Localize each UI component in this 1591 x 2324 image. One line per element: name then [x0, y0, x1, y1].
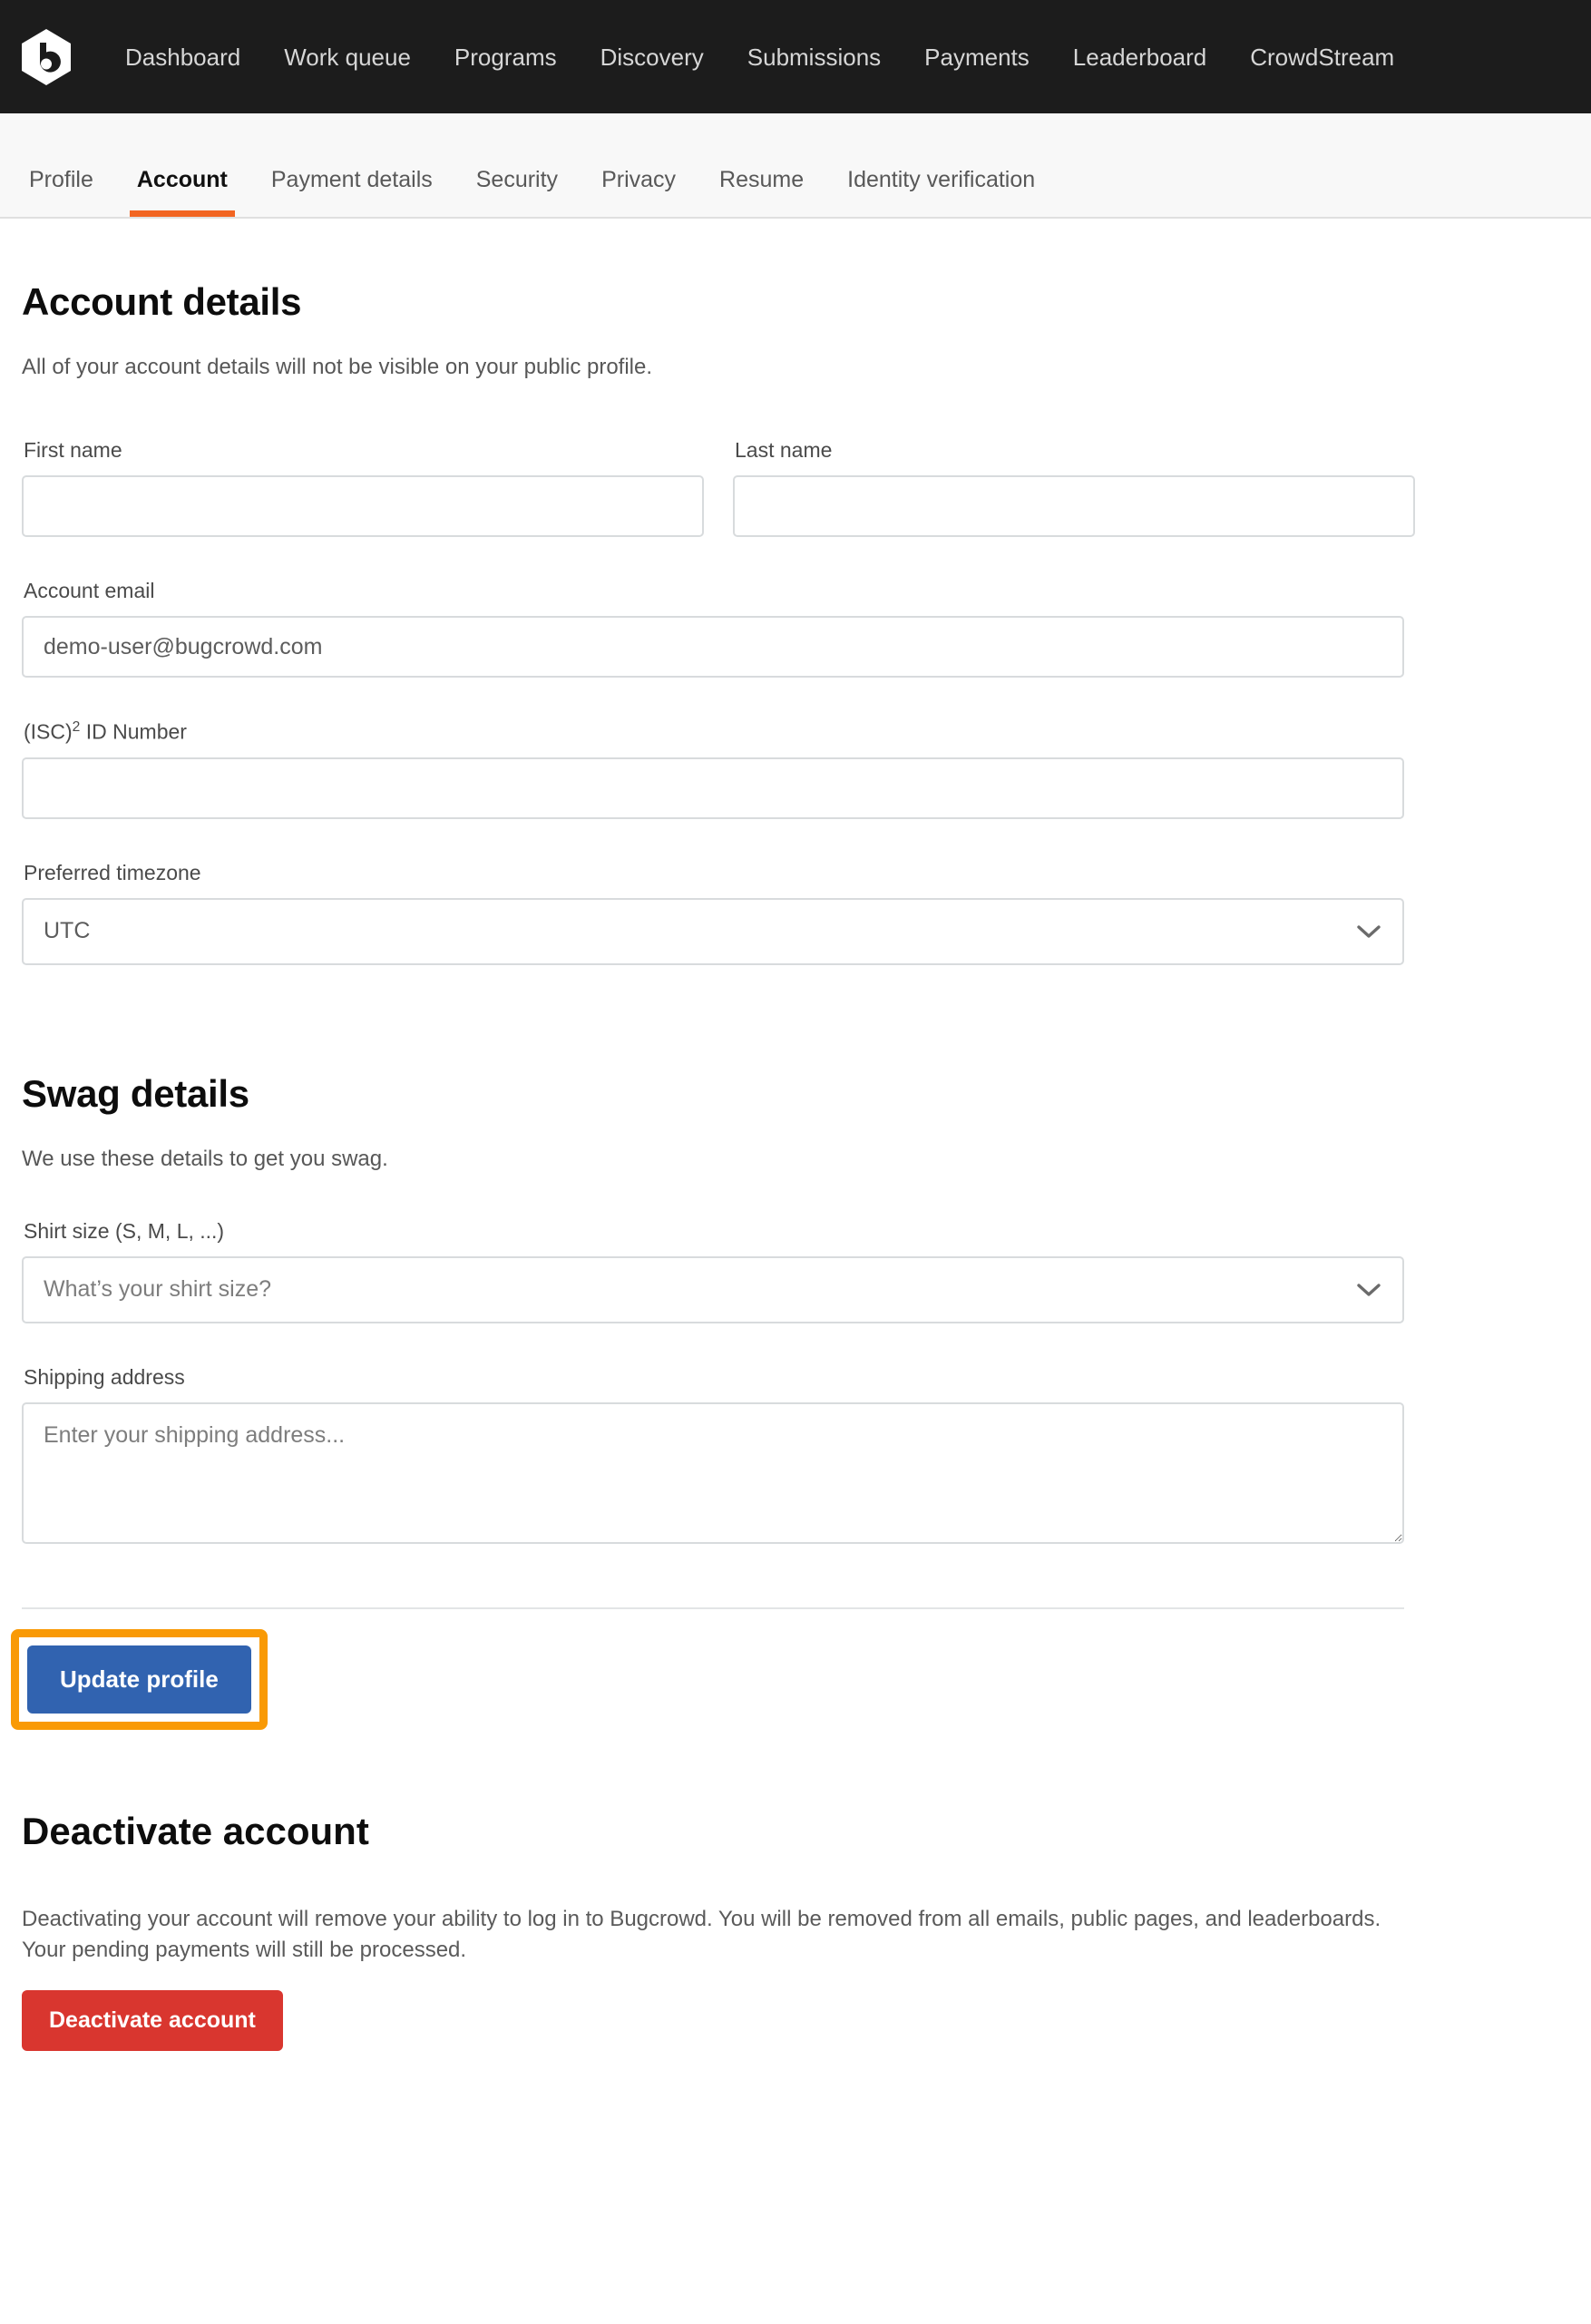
first-name-field-group: First name [22, 438, 704, 537]
shirt-size-field-group: Shirt size (S, M, L, ...) What’s your sh… [22, 1219, 1404, 1323]
nav-link-crowdstream[interactable]: CrowdStream [1228, 40, 1416, 74]
isc-id-label-prefix: (ISC) [24, 719, 73, 744]
tab-identity-verification[interactable]: Identity verification [825, 169, 1057, 217]
tab-resume[interactable]: Resume [698, 169, 825, 217]
deactivate-account-heading: Deactivate account [22, 1809, 369, 1852]
account-email-field-group: Account email [22, 579, 1404, 678]
account-email-input[interactable] [22, 616, 1404, 678]
account-details-heading: Account details [22, 280, 302, 323]
shipping-address-field-group: Shipping address [22, 1365, 1404, 1544]
isc-id-field-group: (ISC)2 ID Number [22, 719, 1404, 819]
form-divider [22, 1606, 1404, 1609]
account-email-label: Account email [24, 579, 155, 602]
first-name-label: First name [24, 438, 122, 462]
nav-link-submissions[interactable]: Submissions [726, 40, 903, 74]
deactivate-account-button[interactable]: Deactivate account [22, 1990, 283, 2052]
nav-link-leaderboard[interactable]: Leaderboard [1051, 40, 1228, 74]
swag-details-heading: Swag details [22, 1071, 249, 1115]
shirt-size-select[interactable]: What’s your shirt size? [22, 1255, 1404, 1323]
account-details-subtitle: All of your account details will not be … [22, 355, 653, 379]
account-settings-content: Account details All of your account deta… [0, 219, 1591, 2052]
isc-id-label: (ISC)2 ID Number [24, 719, 1404, 745]
settings-tab-bar: Profile Account Payment details Security… [0, 113, 1591, 219]
last-name-input[interactable] [733, 475, 1415, 537]
nav-link-work-queue[interactable]: Work queue [262, 40, 433, 74]
timezone-select[interactable]: UTC [22, 897, 1404, 965]
tab-account[interactable]: Account [115, 169, 249, 217]
shirt-size-select-wrapper: What’s your shirt size? [22, 1255, 1404, 1323]
timezone-label: Preferred timezone [24, 860, 201, 884]
nav-link-programs[interactable]: Programs [433, 40, 579, 74]
timezone-select-value: UTC [44, 918, 91, 944]
tab-security[interactable]: Security [454, 169, 580, 217]
shipping-address-textarea[interactable] [22, 1401, 1404, 1544]
tab-privacy[interactable]: Privacy [580, 169, 698, 217]
timezone-select-wrapper: UTC [22, 897, 1404, 965]
nav-link-payments[interactable]: Payments [903, 40, 1051, 74]
tab-profile[interactable]: Profile [7, 169, 115, 217]
update-profile-button[interactable]: Update profile [27, 1645, 251, 1714]
nav-link-discovery[interactable]: Discovery [579, 40, 726, 74]
isc-id-label-suffix: ID Number [80, 719, 187, 744]
shirt-size-label: Shirt size (S, M, L, ...) [24, 1218, 225, 1243]
nav-link-dashboard[interactable]: Dashboard [103, 40, 262, 74]
shirt-size-select-placeholder: What’s your shirt size? [44, 1276, 272, 1303]
name-fields-row: First name Last name [22, 438, 1569, 537]
bugcrowd-logo-icon[interactable] [20, 28, 73, 86]
isc-id-input[interactable] [22, 757, 1404, 819]
first-name-input[interactable] [22, 475, 704, 537]
tab-payment-details[interactable]: Payment details [249, 169, 454, 217]
deactivate-account-description: Deactivating your account will remove yo… [22, 1906, 1381, 1963]
shipping-address-label: Shipping address [24, 1364, 185, 1389]
last-name-label: Last name [735, 438, 833, 462]
last-name-field-group: Last name [733, 438, 1415, 537]
top-navigation-links: Dashboard Work queue Programs Discovery … [103, 40, 1416, 74]
timezone-field-group: Preferred timezone UTC [22, 861, 1404, 965]
top-navigation-bar: Dashboard Work queue Programs Discovery … [0, 0, 1591, 113]
update-profile-highlight: Update profile [11, 1628, 268, 1730]
swag-details-subtitle: We use these details to get you swag. [22, 1146, 388, 1171]
